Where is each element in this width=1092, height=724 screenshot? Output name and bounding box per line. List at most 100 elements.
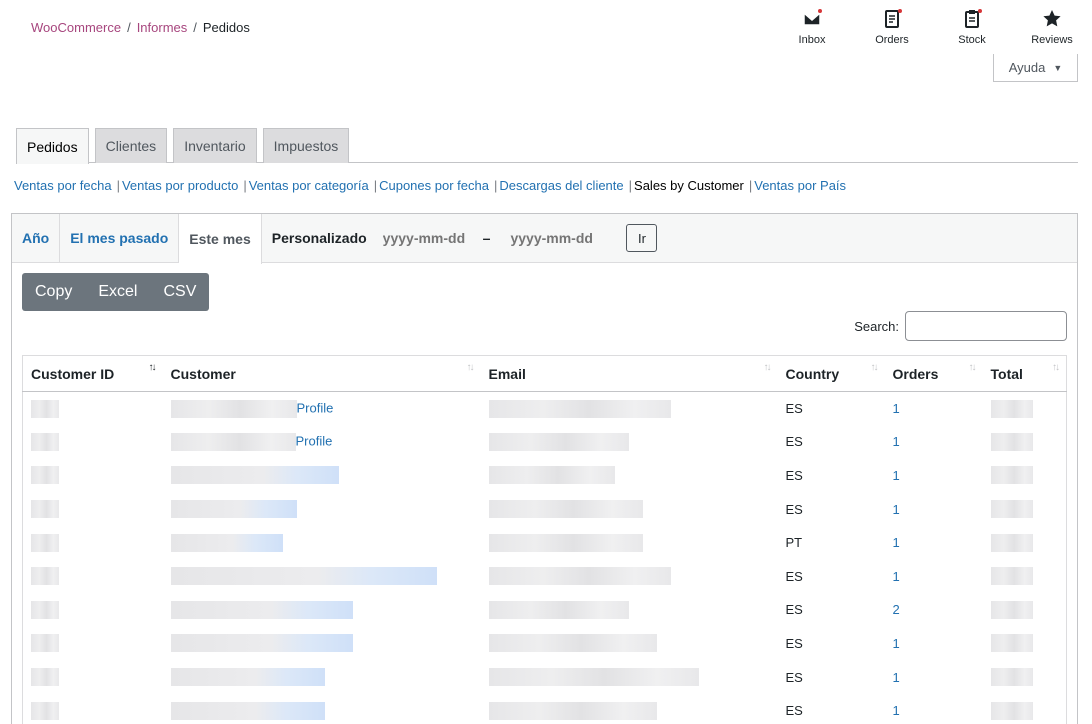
table-row: ES 1 xyxy=(22,626,1067,661)
range-this-month[interactable]: Este mes xyxy=(179,214,262,264)
cell-total xyxy=(982,525,1067,560)
cell-orders[interactable]: 1 xyxy=(885,392,983,426)
help-button[interactable]: Ayuda ▼ xyxy=(993,54,1078,82)
cell-customer xyxy=(163,492,481,526)
sort-icon: ↑↓ xyxy=(148,362,157,373)
cell-email xyxy=(481,459,778,493)
cell-email xyxy=(481,392,778,426)
cell-country: ES xyxy=(785,467,803,483)
tab-clientes[interactable]: Clientes xyxy=(94,128,168,163)
start-date-input[interactable] xyxy=(382,230,483,246)
table-row: ES 2 xyxy=(22,593,1067,627)
breadcrumb-current: Pedidos xyxy=(202,20,250,35)
tab-pedidos[interactable]: Pedidos xyxy=(16,128,89,164)
profile-link[interactable]: Profile xyxy=(297,400,334,415)
customers-table: Customer ID ↑↓ Customer ↑↓ Email ↑↓ Country… xyxy=(22,355,1067,724)
breadcrumb-woocommerce[interactable]: WooCommerce xyxy=(31,20,121,35)
cell-customer: Profile xyxy=(163,425,481,459)
cell-total xyxy=(982,626,1067,661)
breadcrumb: WooCommerce / Informes / Pedidos xyxy=(31,20,250,35)
col-total[interactable]: Total ↑↓ xyxy=(982,355,1067,392)
cell-country: ES xyxy=(785,434,803,450)
cell-customer xyxy=(163,660,481,694)
report-sublinks: Ventas por fecha | Ventas por producto | Ven… xyxy=(14,178,847,193)
cell-total xyxy=(982,693,1067,724)
cell-orders[interactable]: 1 xyxy=(885,694,983,724)
range-last-month[interactable]: El mes pasado xyxy=(60,214,180,262)
csv-button[interactable]: CSV xyxy=(150,273,209,311)
table-row: Profile ES 1 xyxy=(22,425,1067,459)
table-row: Profile ES 1 xyxy=(22,391,1067,426)
col-customer[interactable]: Customer ↑↓ xyxy=(162,355,481,392)
activity-orders[interactable]: Orders xyxy=(852,6,932,46)
cell-orders[interactable]: 1 xyxy=(885,425,983,459)
cell-customer xyxy=(163,694,481,724)
col-orders[interactable]: Orders ↑↓ xyxy=(884,355,983,392)
cell-country: PT xyxy=(785,535,803,551)
cell-total xyxy=(982,559,1067,594)
activity-panel: Inbox Orders Stock Reviews xyxy=(772,6,1092,46)
cell-orders[interactable]: 1 xyxy=(885,660,983,694)
notification-dot xyxy=(978,9,982,13)
col-country[interactable]: Country ↑↓ xyxy=(777,355,885,392)
export-buttons: Copy Excel CSV xyxy=(22,273,210,311)
link-descargas-del-cliente[interactable]: Descargas del cliente xyxy=(499,178,623,193)
search-input[interactable] xyxy=(905,311,1067,341)
col-email[interactable]: Email ↑↓ xyxy=(480,355,778,392)
table-row: PT 1 xyxy=(22,525,1067,560)
cell-email xyxy=(481,627,778,661)
cell-total xyxy=(982,425,1067,459)
link-ventas-por-fecha[interactable]: Ventas por fecha xyxy=(14,178,112,193)
link-ventas-por-producto[interactable]: Ventas por producto xyxy=(122,178,238,193)
cell-customer xyxy=(163,526,481,560)
tab-inventario[interactable]: Inventario xyxy=(173,128,257,163)
table-row: ES 1 xyxy=(22,458,1067,493)
table-row: ES 1 xyxy=(22,559,1067,594)
go-button[interactable]: Ir xyxy=(626,224,658,252)
date-range-bar: Año El mes pasado Este mes Personalizado… xyxy=(12,214,1077,264)
tab-impuestos[interactable]: Impuestos xyxy=(262,128,350,163)
activity-inbox[interactable]: Inbox xyxy=(772,6,852,46)
notification-dot xyxy=(818,9,822,13)
activity-stock[interactable]: Stock xyxy=(932,6,1012,46)
cell-email xyxy=(481,559,778,593)
col-customer-id[interactable]: Customer ID ↑↓ xyxy=(22,355,163,392)
cell-customer: Profile xyxy=(163,392,481,426)
cell-country: ES xyxy=(785,635,803,651)
breadcrumb-informes[interactable]: Informes xyxy=(137,20,188,35)
cell-orders[interactable]: 1 xyxy=(885,492,983,526)
activity-reviews[interactable]: Reviews xyxy=(1012,6,1092,46)
cell-total xyxy=(982,660,1067,694)
end-date-input[interactable] xyxy=(510,230,611,246)
range-year[interactable]: Año xyxy=(12,214,61,262)
cell-total xyxy=(982,492,1067,526)
sort-icon: ↑↓ xyxy=(1052,362,1060,373)
cell-country: ES xyxy=(785,669,803,685)
cell-country: ES xyxy=(785,568,803,584)
cell-customer-id xyxy=(22,492,163,526)
cell-total xyxy=(982,593,1067,627)
cell-orders[interactable]: 1 xyxy=(885,459,983,493)
excel-button[interactable]: Excel xyxy=(85,273,150,311)
link-ventas-por-categoria[interactable]: Ventas por categoría xyxy=(249,178,369,193)
cell-orders[interactable]: 1 xyxy=(885,559,983,593)
copy-button[interactable]: Copy xyxy=(22,273,85,311)
cell-customer xyxy=(163,593,481,627)
cell-customer-id xyxy=(22,593,163,627)
link-cupones-por-fecha[interactable]: Cupones por fecha xyxy=(379,178,489,193)
range-custom: Personalizado – Ir xyxy=(262,214,658,262)
cell-orders[interactable]: 1 xyxy=(885,526,983,560)
link-ventas-por-pais[interactable]: Ventas por País xyxy=(754,178,846,193)
cell-orders[interactable]: 1 xyxy=(885,627,983,661)
cell-country: ES xyxy=(785,401,803,417)
table-row: ES 1 xyxy=(22,492,1067,526)
cell-email xyxy=(481,660,778,694)
cell-customer-id xyxy=(22,525,163,560)
sort-icon: ↑↓ xyxy=(466,362,475,373)
table-row: ES 1 xyxy=(22,693,1067,724)
cell-customer-id xyxy=(22,458,163,493)
cell-orders[interactable]: 2 xyxy=(885,593,983,627)
cell-customer xyxy=(163,559,481,593)
profile-link[interactable]: Profile xyxy=(296,433,333,448)
cell-customer xyxy=(163,459,481,493)
